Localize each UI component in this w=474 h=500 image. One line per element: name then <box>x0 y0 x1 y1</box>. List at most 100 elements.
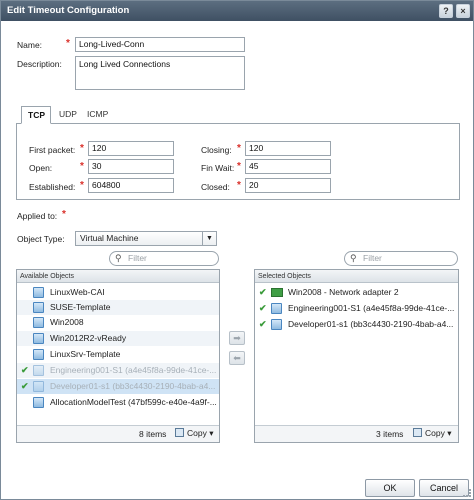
open-label: Open: <box>29 163 53 173</box>
close-icon[interactable]: × <box>456 4 470 18</box>
fin-wait-required-mark: * <box>237 161 241 172</box>
dialog-title: Edit Timeout Configuration <box>7 5 130 16</box>
chevron-down-icon: ▼ <box>202 232 216 245</box>
list-item[interactable]: Win2012R2-vReady <box>17 331 219 346</box>
vm-icon <box>33 333 44 344</box>
dialog-titlebar: Edit Timeout Configuration ? × <box>1 1 473 21</box>
available-objects-header: Available Objects <box>17 270 219 283</box>
vm-icon <box>33 381 44 392</box>
list-item[interactable]: ✔ Win2008 - Network adapter 2 <box>255 285 458 300</box>
list-item[interactable]: ✔ Developer01-s1 (bb3c4430-2190-4bab-a4.… <box>255 317 458 332</box>
copy-label: Copy ▾ <box>187 428 214 438</box>
list-item-label: AllocationModelTest (47bf599c-e40e-4a9f-… <box>50 397 217 407</box>
search-icon: ⚲ <box>350 253 357 263</box>
vm-icon <box>33 365 44 376</box>
vm-icon <box>33 302 44 313</box>
closing-label: Closing: <box>201 145 232 155</box>
list-item-label: Win2012R2-vReady <box>50 333 127 343</box>
tab-udp[interactable]: UDP <box>53 106 83 124</box>
available-filter-input[interactable]: ⚲ Filter <box>109 251 219 266</box>
selected-list-footer: 3 items Copy ▾ <box>255 425 458 442</box>
list-item-label: Engineering001-S1 (a4e45f8a-99de-41ce-..… <box>288 303 455 313</box>
vm-icon <box>33 317 44 328</box>
closing-required-mark: * <box>237 143 241 154</box>
list-item-label: LinuxWeb-CAI <box>50 287 105 297</box>
name-field[interactable]: Long-Lived-Conn <box>75 37 245 52</box>
copy-icon <box>413 428 422 437</box>
selected-filter-placeholder: Filter <box>363 253 382 263</box>
vm-icon <box>33 349 44 360</box>
available-objects-list: Available Objects LinuxWeb-CAI SUSE-Temp… <box>16 269 220 443</box>
checkmark-icon: ✔ <box>259 287 267 297</box>
list-item[interactable]: Win2008 <box>17 315 219 330</box>
first-packet-field[interactable]: 120 <box>88 141 174 156</box>
name-required-mark: * <box>66 38 70 49</box>
checkmark-icon: ✔ <box>21 365 29 375</box>
closed-label: Closed: <box>201 182 230 192</box>
object-type-label: Object Type: <box>17 234 65 244</box>
list-item-label: LinuxSrv-Template <box>50 349 121 359</box>
open-field[interactable]: 30 <box>88 159 174 174</box>
established-required-mark: * <box>80 180 84 191</box>
list-item: ✔ Engineering001-S1 (a4e45f8a-99de-41ce-… <box>17 363 219 378</box>
list-item-label: Developer01-s1 (bb3c4430-2190-4bab-a4... <box>50 381 216 391</box>
list-item[interactable]: LinuxSrv-Template <box>17 347 219 362</box>
list-item: ✔ Developer01-s1 (bb3c4430-2190-4bab-a4.… <box>17 379 219 394</box>
checkmark-icon: ✔ <box>259 319 267 329</box>
list-item-label: Win2008 <box>50 317 84 327</box>
vm-icon <box>271 319 282 330</box>
copy-label: Copy ▾ <box>425 428 452 438</box>
list-item[interactable]: LinuxWeb-CAI <box>17 285 219 300</box>
ok-button[interactable]: OK <box>365 479 415 497</box>
selected-objects-header: Selected Objects <box>255 270 458 283</box>
list-item-label: Engineering001-S1 (a4e45f8a-99de-41ce-..… <box>50 365 217 375</box>
edit-timeout-dialog: Edit Timeout Configuration ? × Name: * L… <box>0 0 474 500</box>
fin-wait-label: Fin Wait: <box>201 163 235 173</box>
selected-filter-input[interactable]: ⚲ Filter <box>344 251 458 266</box>
object-type-select[interactable]: Virtual Machine ▼ <box>75 231 217 246</box>
available-list-footer: 8 items Copy ▾ <box>17 425 219 442</box>
copy-icon <box>175 428 184 437</box>
network-adapter-icon <box>271 288 283 297</box>
available-count: 8 items <box>139 429 167 439</box>
name-label: Name: <box>17 40 43 50</box>
list-item[interactable]: ✔ Engineering001-S1 (a4e45f8a-99de-41ce-… <box>255 301 458 316</box>
move-right-button[interactable]: ➡ <box>229 331 245 345</box>
vm-icon <box>33 397 44 408</box>
applied-to-label: Applied to: <box>17 211 58 221</box>
available-filter-placeholder: Filter <box>128 253 147 263</box>
tab-icmp[interactable]: ICMP <box>81 106 114 124</box>
open-required-mark: * <box>80 161 84 172</box>
first-packet-label: First packet: <box>29 145 76 155</box>
selected-count: 3 items <box>376 429 404 439</box>
help-icon[interactable]: ? <box>439 4 453 18</box>
list-item[interactable]: AllocationModelTest (47bf599c-e40e-4a9f-… <box>17 395 219 410</box>
selected-objects-list: Selected Objects ✔ Win2008 - Network ada… <box>254 269 459 443</box>
available-copy-button[interactable]: Copy ▾ <box>175 427 213 441</box>
list-item-label: Win2008 - Network adapter 2 <box>288 287 399 297</box>
description-field[interactable]: Long Lived Connections <box>75 56 245 90</box>
closed-field[interactable]: 20 <box>245 178 331 193</box>
resize-grip-icon[interactable] <box>463 489 471 497</box>
established-label: Established: <box>29 182 76 192</box>
closed-required-mark: * <box>237 180 241 191</box>
applied-to-required-mark: * <box>62 209 66 220</box>
cancel-button[interactable]: Cancel <box>419 479 469 497</box>
search-icon: ⚲ <box>115 253 122 263</box>
established-field[interactable]: 604800 <box>88 178 174 193</box>
list-item-label: SUSE-Template <box>50 302 111 312</box>
vm-icon <box>271 303 282 314</box>
description-label: Description: <box>17 59 62 69</box>
tab-tcp[interactable]: TCP <box>21 106 51 124</box>
selected-copy-button[interactable]: Copy ▾ <box>413 427 451 441</box>
list-item-label: Developer01-s1 (bb3c4430-2190-4bab-a4... <box>288 319 454 329</box>
fin-wait-field[interactable]: 45 <box>245 159 331 174</box>
list-item[interactable]: SUSE-Template <box>17 300 219 315</box>
move-left-button[interactable]: ⬅ <box>229 351 245 365</box>
checkmark-icon: ✔ <box>259 303 267 313</box>
first-packet-required-mark: * <box>80 143 84 154</box>
closing-field[interactable]: 120 <box>245 141 331 156</box>
checkmark-icon: ✔ <box>21 381 29 391</box>
object-type-value: Virtual Machine <box>80 233 139 243</box>
vm-icon <box>33 287 44 298</box>
